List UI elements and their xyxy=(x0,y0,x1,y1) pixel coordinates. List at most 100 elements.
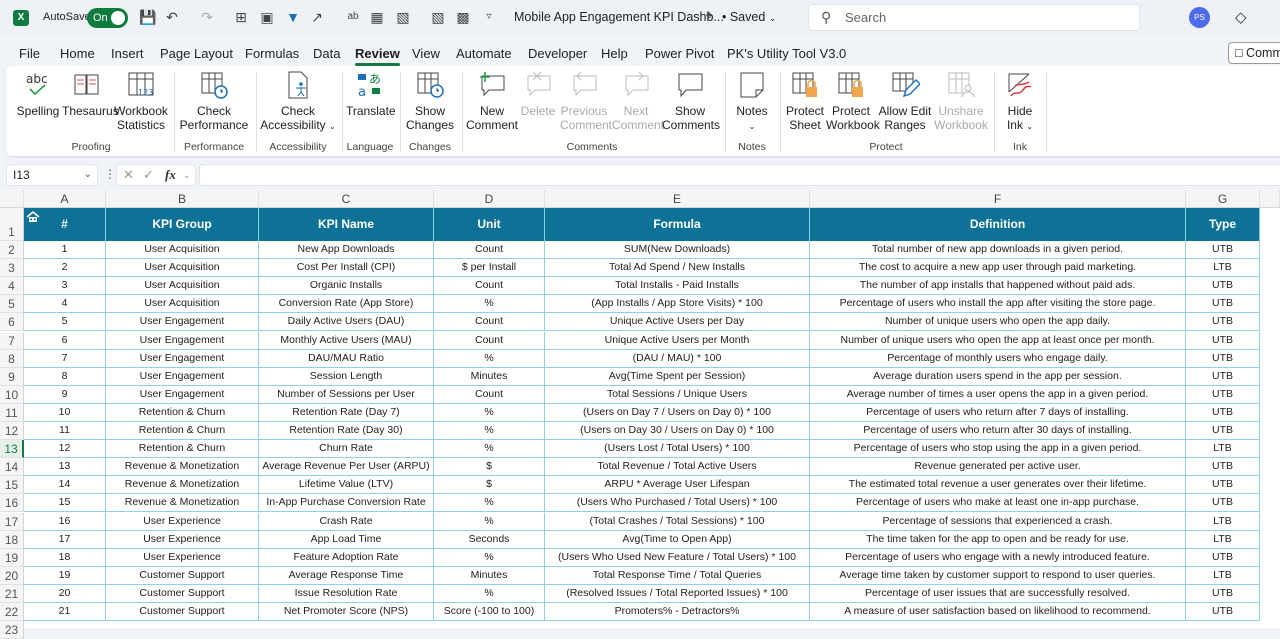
row-header[interactable]: 3 xyxy=(0,259,24,278)
row-header[interactable]: 9 xyxy=(0,367,24,386)
table-cell-[interactable]: 4 xyxy=(24,295,106,314)
table-cell-kpi-name[interactable]: Organic Installs xyxy=(259,277,434,296)
table-cell-formula[interactable]: Unique Active Users per Day xyxy=(545,313,810,332)
table-cell-definition[interactable]: Average duration users spend in the app … xyxy=(810,367,1186,386)
home-icon[interactable] xyxy=(26,211,40,223)
spelling-button[interactable]: abc Spelling xyxy=(16,70,60,118)
table-cell-unit[interactable]: Count xyxy=(434,277,545,296)
table-cell-definition[interactable]: The number of app installs that happened… xyxy=(810,277,1186,296)
tab-formulas[interactable]: Formulas xyxy=(245,46,299,61)
table-cell-formula[interactable]: (Users Who Purchased / Total Users) * 10… xyxy=(545,494,810,513)
table-cell-kpi-name[interactable]: Conversion Rate (App Store) xyxy=(259,295,434,314)
calculator2-icon[interactable]: ▧ xyxy=(429,8,447,26)
table-cell-definition[interactable]: Percentage of monthly users who engage d… xyxy=(810,349,1186,368)
tab-review[interactable]: Review xyxy=(355,46,400,66)
table-cell-type[interactable]: UTB xyxy=(1186,349,1260,368)
table-cell-type[interactable]: UTB xyxy=(1186,548,1260,567)
select-all-corner[interactable] xyxy=(0,190,24,208)
table-cell-formula[interactable]: Total Ad Spend / New Installs xyxy=(545,259,810,278)
row-header[interactable]: 8 xyxy=(0,349,24,368)
tab-developer[interactable]: Developer xyxy=(528,46,587,61)
tab-power-pivot[interactable]: Power Pivot xyxy=(645,46,714,61)
customize-qat-icon[interactable]: ▿ xyxy=(480,8,498,26)
row-header[interactable]: 21 xyxy=(0,584,24,603)
table-cell-[interactable]: 19 xyxy=(24,566,106,585)
save-sync-icon[interactable]: 💾 xyxy=(139,8,157,26)
table-cell-[interactable]: 2 xyxy=(24,259,106,278)
table-cell-unit[interactable]: $ xyxy=(434,458,545,477)
show-changes-button[interactable]: Show Changes xyxy=(404,70,456,132)
row-header[interactable]: 2 xyxy=(0,241,24,260)
table-cell-kpi-group[interactable]: User Acquisition xyxy=(106,259,259,278)
allow-edit-ranges-button[interactable]: Allow Edit Ranges xyxy=(878,70,932,132)
table-cell-[interactable]: 3 xyxy=(24,277,106,296)
new-comment-button[interactable]: New Comment xyxy=(466,70,518,132)
row-header[interactable]: 13 xyxy=(0,440,24,459)
table-cell-kpi-group[interactable]: User Engagement xyxy=(106,385,259,404)
row-header[interactable]: 17 xyxy=(0,512,24,531)
table-cell-kpi-name[interactable]: App Load Time xyxy=(259,530,434,549)
table-header-cell[interactable]: Type xyxy=(1186,208,1260,241)
table-cell-kpi-name[interactable]: New App Downloads xyxy=(259,241,434,260)
table-cell-kpi-group[interactable]: User Engagement xyxy=(106,367,259,386)
table-cell-definition[interactable]: Number of unique users who open the app … xyxy=(810,313,1186,332)
enter-check-icon[interactable]: ✓ xyxy=(143,167,154,183)
row-header[interactable]: 18 xyxy=(0,530,24,549)
borders-icon[interactable]: ⊞ xyxy=(232,8,250,26)
table-cell-[interactable]: 15 xyxy=(24,494,106,513)
cancel-icon[interactable]: ✕ xyxy=(123,167,134,183)
tab-insert[interactable]: Insert xyxy=(111,46,144,61)
table-cell-kpi-group[interactable]: Customer Support xyxy=(106,603,259,622)
search-input[interactable]: ⚲ Search xyxy=(808,4,1140,31)
table-cell-unit[interactable]: Count xyxy=(434,313,545,332)
table-cell-unit[interactable]: % xyxy=(434,295,545,314)
translate-button[interactable]: あa Translate xyxy=(346,70,396,118)
calculator-icon[interactable]: ▧ xyxy=(394,8,412,26)
table-cell-[interactable]: 9 xyxy=(24,385,106,404)
table-cell-type[interactable]: UTB xyxy=(1186,584,1260,603)
table-cell-kpi-name[interactable]: Average Response Time xyxy=(259,566,434,585)
chevron-down-icon[interactable]: ⌄ xyxy=(183,170,191,181)
table-cell-kpi-group[interactable]: User Experience xyxy=(106,512,259,531)
row-header[interactable]: 11 xyxy=(0,403,24,422)
table-cell-formula[interactable]: (Total Crashes / Total Sessions) * 100 xyxy=(545,512,810,531)
table-cell-type[interactable]: UTB xyxy=(1186,295,1260,314)
table-cell-kpi-group[interactable]: Revenue & Monetization xyxy=(106,458,259,477)
table-cell-definition[interactable]: Average time taken by customer support t… xyxy=(810,566,1186,585)
table-cell-[interactable]: 16 xyxy=(24,512,106,531)
formula-input[interactable] xyxy=(199,164,1280,186)
table-cell-unit[interactable]: % xyxy=(434,349,545,368)
table-cell-[interactable]: 12 xyxy=(24,440,106,459)
table-cell-definition[interactable]: Percentage of user issues that are succe… xyxy=(810,584,1186,603)
table-cell-[interactable]: 13 xyxy=(24,458,106,477)
table-cell-unit[interactable]: % xyxy=(434,494,545,513)
redo-icon[interactable]: ↷ xyxy=(198,8,216,26)
table-cell-unit[interactable]: $ xyxy=(434,476,545,495)
picture-icon[interactable]: ▣ xyxy=(258,8,276,26)
table-cell-kpi-group[interactable]: Retention & Churn xyxy=(106,403,259,422)
table-cell-[interactable]: 18 xyxy=(24,548,106,567)
table-cell-definition[interactable]: Total number of new app downloads in a g… xyxy=(810,241,1186,260)
table-cell-formula[interactable]: Total Revenue / Total Active Users xyxy=(545,458,810,477)
tab-data[interactable]: Data xyxy=(313,46,340,61)
next-comment-button[interactable]: Next Comment xyxy=(612,70,664,132)
table-cell-definition[interactable]: The time taken for the app to open and b… xyxy=(810,530,1186,549)
insert-function-icon[interactable]: fx xyxy=(165,167,176,183)
table-cell-unit[interactable]: Minutes xyxy=(434,367,545,386)
table-cell-[interactable]: 20 xyxy=(24,584,106,603)
table-cell-definition[interactable]: Percentage of users who return after 7 d… xyxy=(810,403,1186,422)
column-header-c[interactable]: C xyxy=(259,190,434,208)
table-cell-unit[interactable]: % xyxy=(434,422,545,441)
row-header[interactable]: 20 xyxy=(0,566,24,585)
hide-ink-button[interactable]: Hide Ink ⌄ xyxy=(1000,70,1040,134)
table-cell-kpi-group[interactable]: Customer Support xyxy=(106,566,259,585)
table-cell-formula[interactable]: (Resolved Issues / Total Reported Issues… xyxy=(545,584,810,603)
table-cell-[interactable]: 7 xyxy=(24,349,106,368)
table-cell-kpi-name[interactable]: Feature Adoption Rate xyxy=(259,548,434,567)
table-cell-formula[interactable]: Total Response Time / Total Queries xyxy=(545,566,810,585)
table-cell-kpi-name[interactable]: Monthly Active Users (MAU) xyxy=(259,331,434,350)
table-cell-formula[interactable]: Promoters% - Detractors% xyxy=(545,603,810,622)
notes-button[interactable]: Notes ⌄ xyxy=(730,70,774,134)
table-cell-kpi-name[interactable]: Average Revenue Per User (ARPU) xyxy=(259,458,434,477)
view-icon[interactable]: ▩ xyxy=(454,8,472,26)
